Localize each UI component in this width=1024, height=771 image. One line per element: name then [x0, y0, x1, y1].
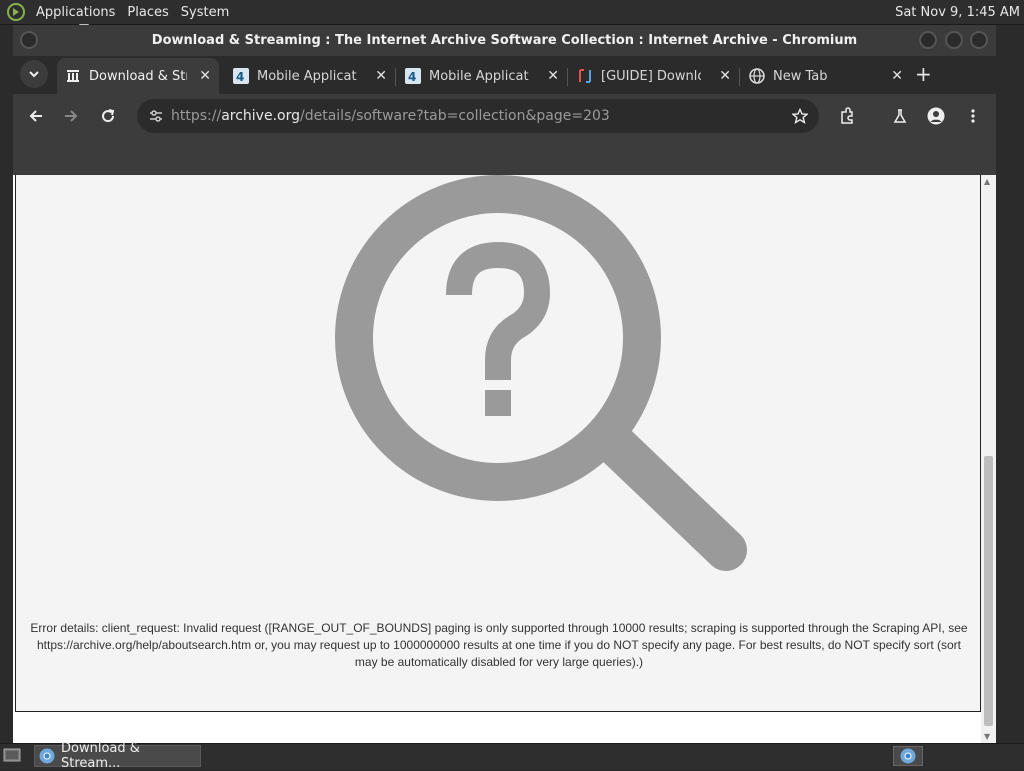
show-desktop-icon[interactable]	[3, 748, 21, 768]
tab-label: Download & Streaming	[89, 68, 187, 84]
profile-avatar-icon[interactable]	[925, 105, 947, 127]
page-scrollbar[interactable]: ▲ ▼	[981, 175, 996, 743]
chevron-down-icon	[29, 71, 39, 78]
extensions-icon[interactable]	[836, 105, 858, 127]
error-details-text: Error details: client_request: Invalid r…	[30, 621, 968, 669]
close-tab-icon[interactable]: ✕	[375, 68, 387, 84]
svg-text:4: 4	[408, 70, 416, 84]
taskbar-item-label: Download & Stream...	[61, 741, 140, 771]
scrollbar-thumb[interactable]	[984, 456, 993, 726]
browser-toolbar: https://archive.org/details/software?tab…	[13, 94, 996, 138]
guide-icon	[577, 68, 593, 84]
top-panel: Applications Places System Sat Nov 9, 1:…	[0, 0, 1024, 25]
close-tab-icon[interactable]: ✕	[199, 68, 211, 84]
tab-mobile-applications-1[interactable]: 4 Mobile Applications ✕	[225, 58, 396, 94]
error-page: Error details: client_request: Invalid r…	[15, 175, 981, 712]
tab-guide-download[interactable]: [GUIDE] Download ✕	[569, 58, 740, 94]
bottom-taskbar: Download & Stream...	[0, 741, 1024, 771]
4pda-icon: 4	[233, 68, 249, 84]
close-window-button[interactable]	[970, 31, 988, 49]
tab-mobile-applications-2[interactable]: 4 Mobile Applications ✕	[397, 58, 568, 94]
tab-search-button[interactable]	[20, 60, 48, 88]
applications-menu[interactable]: Applications	[30, 5, 121, 20]
scroll-down-icon[interactable]: ▼	[984, 732, 990, 741]
clock[interactable]: Sat Nov 9, 1:45 AM	[895, 5, 1024, 20]
bookmarks-bar	[13, 138, 996, 174]
maximize-button[interactable]	[945, 31, 963, 49]
places-menu[interactable]: Places	[121, 5, 174, 20]
chromium-icon	[39, 748, 55, 764]
reload-icon[interactable]	[97, 105, 119, 127]
search-question-illustration-icon	[335, 175, 747, 571]
4pda-icon: 4	[405, 68, 421, 84]
tray-chromium-icon[interactable]	[893, 746, 923, 766]
more-menu-icon[interactable]	[962, 105, 984, 127]
url-text[interactable]: https://archive.org/details/software?tab…	[171, 108, 610, 124]
tab-label: New Tab	[773, 68, 828, 84]
browser-window: Download & Streaming : The Internet Arch…	[13, 25, 996, 743]
globe-icon	[749, 68, 765, 84]
tab-new-tab[interactable]: New Tab ✕	[741, 58, 911, 94]
minimize-button[interactable]	[919, 31, 937, 49]
forward-icon[interactable]	[60, 105, 82, 127]
system-menu[interactable]: System	[175, 5, 235, 20]
back-icon[interactable]	[25, 105, 47, 127]
address-bar[interactable]: https://archive.org/details/software?tab…	[137, 99, 819, 133]
close-tab-icon[interactable]: ✕	[547, 68, 559, 84]
site-settings-icon[interactable]	[145, 105, 167, 127]
svg-text:4: 4	[236, 70, 244, 84]
window-titlebar[interactable]: Download & Streaming : The Internet Arch…	[13, 25, 996, 56]
taskbar-chromium-window[interactable]: Download & Stream...	[34, 741, 201, 771]
tab-strip: Download & Streaming ✕ 4 Mobile Applicat…	[13, 56, 996, 94]
close-tab-icon[interactable]: ✕	[891, 68, 903, 84]
tab-label: Mobile Applications	[257, 68, 357, 84]
bookmark-star-icon[interactable]	[789, 105, 811, 127]
window-title: Download & Streaming : The Internet Arch…	[151, 33, 858, 48]
tab-label: Mobile Applications	[429, 68, 529, 84]
tab-label: [GUIDE] Download	[601, 68, 701, 84]
archive-icon	[65, 68, 81, 84]
tab-download-streaming[interactable]: Download & Streaming ✕	[57, 58, 219, 94]
page-viewport: Error details: client_request: Invalid r…	[13, 175, 996, 743]
distro-logo-icon[interactable]	[6, 2, 26, 22]
scroll-up-icon[interactable]: ▲	[984, 177, 990, 186]
labs-flask-icon[interactable]	[889, 105, 911, 127]
close-tab-icon[interactable]: ✕	[719, 68, 731, 84]
new-tab-button[interactable]: +	[915, 62, 932, 86]
window-menu-button[interactable]	[20, 31, 38, 49]
